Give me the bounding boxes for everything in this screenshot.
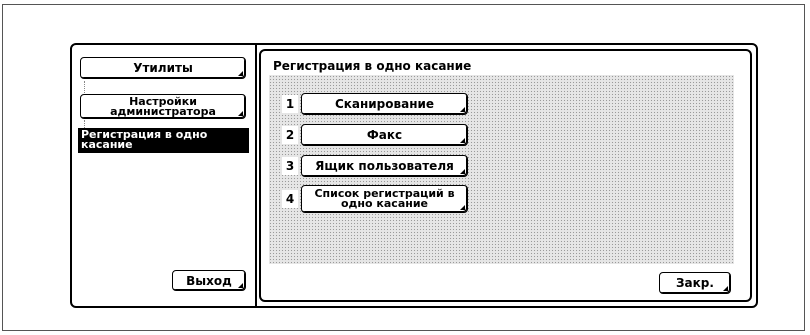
main-panel: Утилиты Настройки администратора Регистр… bbox=[70, 43, 758, 308]
item-number-4: 4 bbox=[282, 190, 298, 208]
page-title: Регистрация в одно касание bbox=[273, 59, 472, 73]
user-box-label: Ящик пользователя bbox=[315, 159, 454, 173]
one-touch-list-label: Список регистраций в одно касание bbox=[314, 187, 455, 210]
close-button[interactable]: Закр. bbox=[659, 272, 731, 294]
admin-settings-label: Настройки администратора bbox=[110, 94, 216, 118]
item-number-1: 1 bbox=[282, 95, 298, 113]
user-box-button[interactable]: Ящик пользователя bbox=[301, 155, 468, 177]
scan-label: Сканирование bbox=[334, 97, 435, 111]
exit-label: Выход bbox=[186, 273, 232, 288]
breadcrumb-connector bbox=[84, 120, 88, 128]
fax-label: Факс bbox=[366, 128, 403, 142]
item-number-2: 2 bbox=[282, 126, 298, 144]
content-area: Регистрация в одно касание 1 Сканировани… bbox=[259, 49, 752, 302]
fax-button[interactable]: Факс bbox=[301, 124, 468, 146]
one-touch-list-button[interactable]: Список регистраций в одно касание bbox=[301, 185, 468, 213]
close-label: Закр. bbox=[676, 276, 714, 290]
utilities-label: Утилиты bbox=[133, 61, 193, 75]
current-location: Регистрация в одно касание bbox=[78, 128, 249, 153]
exit-button[interactable]: Выход bbox=[172, 270, 246, 291]
admin-settings-button[interactable]: Настройки администратора bbox=[80, 94, 246, 119]
scan-button[interactable]: Сканирование bbox=[301, 93, 468, 115]
breadcrumb-connector bbox=[84, 81, 88, 95]
item-number-3: 3 bbox=[282, 157, 298, 175]
sidebar: Утилиты Настройки администратора Регистр… bbox=[72, 45, 257, 306]
utilities-button[interactable]: Утилиты bbox=[80, 57, 246, 79]
